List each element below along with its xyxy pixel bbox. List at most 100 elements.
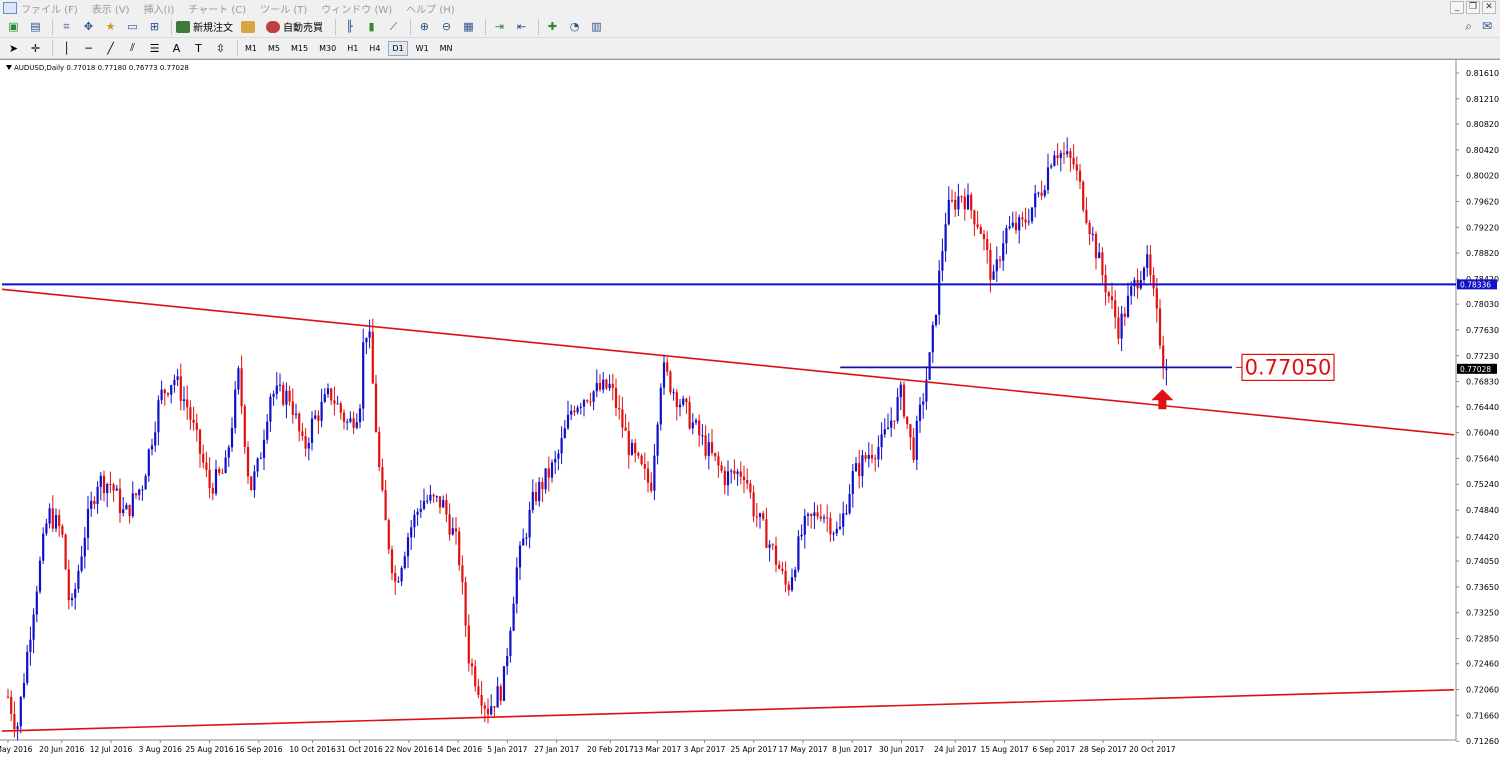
- candle-body: [835, 528, 838, 534]
- menu-help[interactable]: ヘルプ (H): [406, 1, 455, 16]
- menu-chart[interactable]: チャート (C): [188, 1, 246, 16]
- search-icon[interactable]: ⌕: [1465, 19, 1472, 34]
- terminal-icon[interactable]: ▭: [123, 18, 142, 35]
- new-chart-icon[interactable]: ▣: [4, 18, 23, 35]
- candle-body: [16, 726, 19, 730]
- candle-body: [838, 526, 842, 529]
- minimize-icon[interactable]: _: [1450, 1, 1464, 14]
- auto-scroll-icon[interactable]: ⇥: [490, 18, 509, 35]
- candle-body: [1098, 252, 1101, 259]
- candle-body: [186, 399, 189, 408]
- expert-advisors-button[interactable]: 自動売買: [266, 19, 323, 34]
- vertical-line-icon[interactable]: │: [57, 40, 76, 57]
- candle-body: [1008, 226, 1011, 229]
- candle-body: [230, 427, 234, 448]
- menu-bar: ファイル (F) 表示 (V) 挿入(I) チャート (C) ツール (T) ウ…: [0, 0, 1500, 16]
- menu-insert[interactable]: 挿入(I): [144, 1, 175, 16]
- candle-body: [390, 549, 394, 574]
- menu-file[interactable]: ファイル (F): [21, 1, 78, 16]
- candle-body: [950, 199, 954, 201]
- price-tick-label: 0.72850: [1466, 635, 1499, 644]
- candle-body: [278, 384, 282, 386]
- candle-body: [659, 387, 662, 425]
- candle-body: [845, 513, 848, 515]
- candle-body: [928, 352, 931, 380]
- price-tick-label: 0.81210: [1466, 95, 1499, 104]
- candle-body: [426, 500, 429, 502]
- horizontal-line-icon[interactable]: ─: [79, 40, 98, 57]
- timeframe-m15[interactable]: M15: [288, 42, 311, 55]
- timeframe-w1[interactable]: W1: [413, 42, 432, 55]
- periods-icon[interactable]: ◔: [565, 18, 584, 35]
- candlestick-chart-icon[interactable]: ▮: [362, 18, 381, 35]
- candle-body: [736, 471, 739, 474]
- time-tick-label: 25 Apr 2017: [731, 745, 778, 754]
- candle-body: [742, 476, 746, 480]
- candle-body: [1133, 279, 1136, 287]
- profiles-icon[interactable]: ▤: [26, 18, 45, 35]
- timeframe-mn[interactable]: MN: [437, 42, 456, 55]
- candle-body: [598, 382, 602, 390]
- candle-body: [448, 514, 451, 535]
- timeframe-h4[interactable]: H4: [366, 42, 383, 55]
- templates-icon[interactable]: ▥: [587, 18, 606, 35]
- data-window-icon[interactable]: ✥: [79, 18, 98, 35]
- arrows-icon[interactable]: ⇳: [211, 40, 230, 57]
- close-icon[interactable]: ✕: [1482, 1, 1496, 14]
- menu-view[interactable]: 表示 (V): [92, 1, 130, 16]
- chart-shift-icon[interactable]: ⇤: [512, 18, 531, 35]
- candle-body: [570, 410, 573, 415]
- candle-body: [630, 442, 634, 455]
- menu-tools[interactable]: ツール (T): [260, 1, 307, 16]
- bar-chart-icon[interactable]: ╟: [340, 18, 359, 35]
- candle-body: [237, 368, 240, 390]
- candle-body: [400, 567, 403, 582]
- timeframe-m1[interactable]: M1: [242, 42, 260, 55]
- candle-body: [944, 224, 947, 252]
- candle-body: [1021, 217, 1024, 220]
- timeframe-d1[interactable]: D1: [388, 40, 408, 56]
- candle-body: [730, 470, 733, 472]
- tile-windows-icon[interactable]: ▦: [459, 18, 478, 35]
- menu-window[interactable]: ウィンドウ (W): [321, 1, 392, 16]
- restore-icon[interactable]: ❐: [1466, 1, 1480, 14]
- trendline-icon[interactable]: ╱: [101, 40, 120, 57]
- candle-body: [1005, 228, 1008, 244]
- text-label-icon[interactable]: T: [189, 40, 208, 57]
- resistance-trendline[interactable]: [1, 288, 1455, 436]
- timeframe-m5[interactable]: M5: [265, 42, 283, 55]
- timeframe-m30[interactable]: M30: [316, 42, 339, 55]
- strategy-tester-icon[interactable]: ⊞: [145, 18, 164, 35]
- timeframe-h1[interactable]: H1: [344, 42, 361, 55]
- market-watch-icon[interactable]: ⌗: [57, 18, 76, 35]
- line-chart-icon[interactable]: ⟋: [384, 18, 403, 35]
- zoom-in-icon[interactable]: ⊕: [415, 18, 434, 35]
- text-icon[interactable]: A: [167, 40, 186, 57]
- candle-body: [54, 515, 58, 529]
- support-trendline[interactable]: [1, 689, 1455, 732]
- candle-body: [342, 412, 346, 422]
- chat-icon[interactable]: ✉: [1482, 19, 1492, 34]
- time-tick-label: 16 Sep 2016: [235, 745, 283, 754]
- crosshair-icon[interactable]: ✛: [26, 40, 45, 57]
- candle-body: [461, 565, 464, 583]
- channel-icon[interactable]: ⫽: [123, 40, 142, 57]
- indicators-icon[interactable]: ✚: [543, 18, 562, 35]
- candle-body: [288, 390, 291, 402]
- chart-window[interactable]: AUDUSD,Daily 0.77018 0.77180 0.76773 0.7…: [0, 59, 1500, 762]
- price-tick-label: 0.74840: [1466, 506, 1499, 515]
- auto-trade-label: 自動売買: [283, 23, 323, 34]
- zoom-out-icon[interactable]: ⊖: [437, 18, 456, 35]
- candle-body: [198, 429, 202, 454]
- auto-trade-button[interactable]: [241, 20, 258, 33]
- candle-body: [1142, 267, 1146, 280]
- price-chart[interactable]: 0.81610 0.81210 0.80820 0.80420 0.80020 0.796…: [0, 60, 1500, 762]
- new-order-button[interactable]: 新規注文: [176, 19, 233, 34]
- price-tick-label: 0.76830: [1466, 378, 1499, 387]
- candle-body: [922, 401, 925, 405]
- fibonacci-icon[interactable]: ☰: [145, 40, 164, 57]
- candle-body: [349, 418, 352, 422]
- cursor-icon[interactable]: ➤: [4, 40, 23, 57]
- navigator-icon[interactable]: ★: [101, 18, 120, 35]
- candle-body: [771, 544, 774, 546]
